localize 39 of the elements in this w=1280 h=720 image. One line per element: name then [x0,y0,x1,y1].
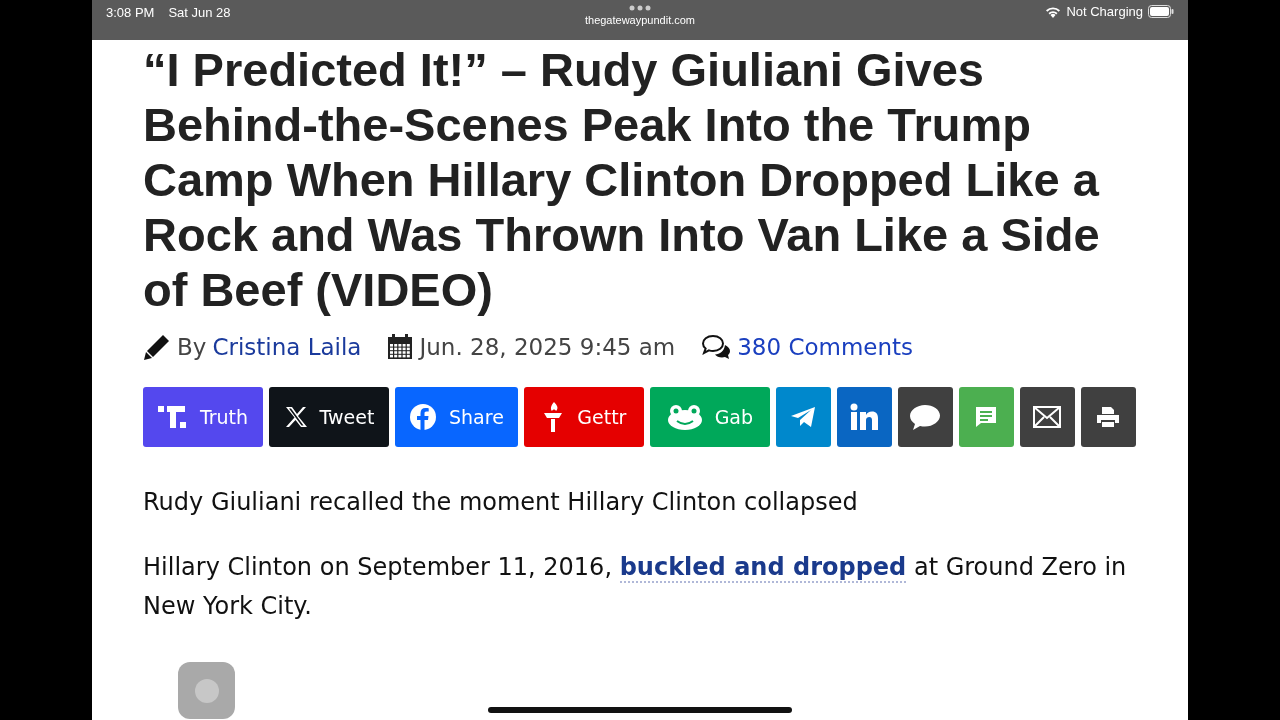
article-title: “I Predicted It!” – Rudy Giuliani Gives Behind-the-Scenes Peak Into the Trump Camp When Hillary Clinton Dropped Like a Rock and Was Thrown Into Van Like a Side of Beef (VIDEO) [143,42,1101,317]
by-label: By [177,334,207,360]
wifi-icon [1045,5,1062,18]
comments-link[interactable]: 380 Comments [737,334,914,360]
more-dots-icon[interactable] [629,5,651,11]
charging-status: Not Charging [1066,4,1143,19]
facebook-share-button[interactable]: Share [395,387,518,447]
chat-bubbles-icon [701,334,732,360]
assistive-touch-button[interactable] [178,662,235,719]
printer-icon [1096,406,1121,428]
facebook-icon [409,403,437,431]
article-paragraph: Rudy Giuliani recalled the moment Hillary Clinton collapsed [143,487,859,518]
speech-bubble-icon [909,403,942,431]
article-link[interactable]: buckled and dropped [619,553,907,583]
url-text[interactable]: thegatewaypundit.com [584,14,696,26]
date-text: Sat Jun 28 [168,5,231,20]
x-share-button[interactable]: Tweet [269,387,389,447]
post-date: Jun. 28, 2025 9:45 am [419,334,676,360]
author-link[interactable]: Cristina Laila [212,334,362,360]
email-icon [1033,406,1062,428]
linkedin-icon [850,403,879,431]
pencil-icon [143,333,171,361]
message-icon [974,405,999,429]
print-share-button[interactable] [1080,387,1136,447]
gettr-share-button[interactable]: Gettr [523,387,644,447]
paper-plane-icon [790,406,817,428]
truth-share-button[interactable]: Truth [143,387,263,447]
telegram-share-button[interactable] [775,387,831,447]
clock-time: 3:08 PM [106,5,155,20]
sms-share-button[interactable] [958,387,1014,447]
linkedin-share-button[interactable] [836,387,892,447]
x-logo-icon [283,405,308,429]
battery-icon [1148,5,1174,18]
email-share-button[interactable] [1019,387,1075,447]
frog-icon [666,404,703,430]
comment-share-button[interactable] [897,387,953,447]
t-logo-icon [157,404,188,430]
article-paragraph: Hillary Clinton on September 11, 2016, buckled and dropped at Ground Zero in New York City. [143,552,1128,622]
calendar-icon [387,334,414,360]
